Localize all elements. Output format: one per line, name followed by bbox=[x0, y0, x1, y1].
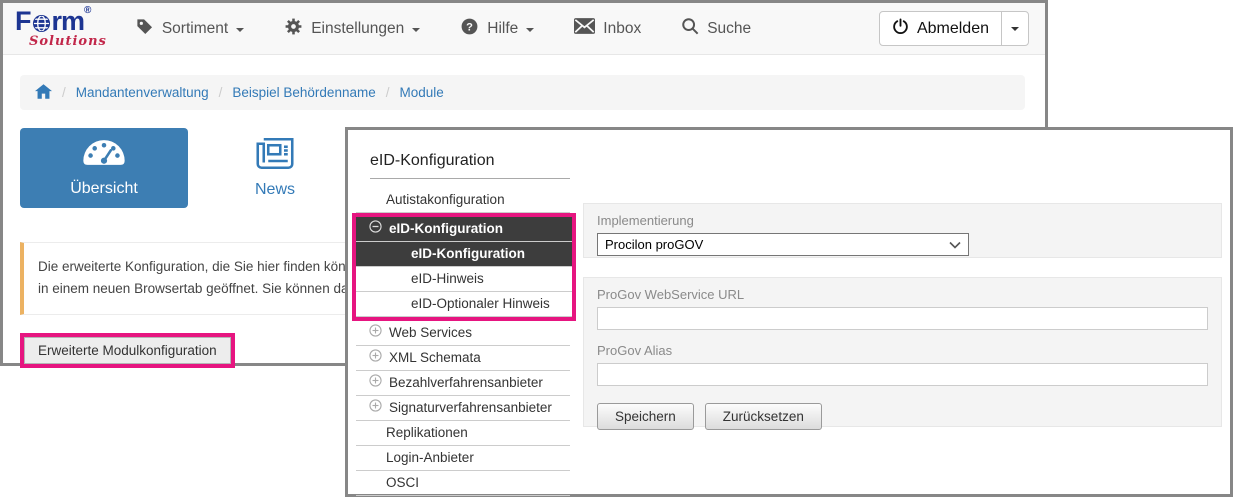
tree-item-label: Bezahlverfahrensanbieter bbox=[389, 371, 543, 395]
power-icon bbox=[892, 18, 909, 40]
dashboard-icon bbox=[81, 138, 127, 174]
tile-label: News bbox=[255, 181, 295, 199]
nav-label: Sortiment bbox=[162, 20, 228, 38]
implementierung-selected-value: Procilon proGOV bbox=[605, 237, 703, 252]
plus-circle-icon[interactable] bbox=[369, 346, 382, 370]
implementierung-label: Implementierung bbox=[597, 213, 1208, 228]
erweiterte-modulkonfiguration-button[interactable]: Erweiterte Modulkonfiguration bbox=[24, 337, 231, 364]
nav-label: Suche bbox=[707, 20, 751, 38]
tree-item-xml-schemata[interactable]: XML Schemata bbox=[356, 346, 570, 371]
gear-icon bbox=[284, 17, 303, 41]
eid-config-dialog: eID-Konfiguration Autistakonfiguration e… bbox=[345, 127, 1233, 497]
implementierung-panel: Implementierung Procilon proGOV bbox=[583, 203, 1222, 258]
tree-item-web-services[interactable]: Web Services bbox=[356, 321, 570, 346]
progov-webservice-url-label: ProGov WebService URL bbox=[597, 287, 1208, 302]
module-tree: Autistakonfiguration eID-Konfiguration e… bbox=[356, 188, 570, 496]
tile-news[interactable]: News bbox=[226, 128, 324, 208]
zuruecksetzen-button[interactable]: Zurücksetzen bbox=[705, 403, 822, 430]
progov-alias-label: ProGov Alias bbox=[597, 343, 1208, 358]
speichern-button[interactable]: Speichern bbox=[597, 403, 694, 430]
caret-down-icon bbox=[236, 28, 244, 32]
tile-uebersicht[interactable]: Übersicht bbox=[20, 128, 188, 208]
tree-item-bezahlverfahrensanbieter[interactable]: Bezahlverfahrensanbieter bbox=[356, 371, 570, 396]
breadcrumb-separator: / bbox=[386, 85, 390, 100]
logo-subtitle: Solutions bbox=[29, 34, 107, 49]
tree-item-eid-konfiguration-parent[interactable]: eID-Konfiguration bbox=[356, 217, 572, 242]
chevron-down-icon bbox=[949, 237, 961, 252]
tree-item-label: XML Schemata bbox=[389, 346, 481, 370]
eid-form: Implementierung Procilon proGOV ProGov W… bbox=[583, 203, 1222, 427]
nav-item-hilfe[interactable]: ? Hilfe bbox=[460, 17, 534, 41]
tree-item-replikationen[interactable]: Replikationen bbox=[356, 421, 570, 446]
tree-item-eid-konfiguration-child[interactable]: eID-Konfiguration bbox=[356, 242, 572, 267]
tree-item-autistakonfiguration[interactable]: Autistakonfiguration bbox=[356, 188, 570, 213]
breadcrumb-separator: / bbox=[219, 85, 223, 100]
nav-label: Inbox bbox=[603, 20, 641, 38]
breadcrumb-mandantenverwaltung[interactable]: Mandantenverwaltung bbox=[76, 85, 209, 100]
plus-circle-icon[interactable] bbox=[369, 396, 382, 420]
logout-label: Abmelden bbox=[917, 20, 989, 38]
tree-item-label: Signaturverfahrensanbieter bbox=[389, 396, 552, 420]
newspaper-icon bbox=[255, 137, 295, 175]
top-navbar: F rm bbox=[3, 3, 1045, 55]
logo[interactable]: F rm bbox=[15, 8, 107, 49]
question-circle-icon: ? bbox=[460, 17, 479, 41]
svg-text:?: ? bbox=[466, 21, 473, 33]
tree-item-login-anbieter[interactable]: Login-Anbieter bbox=[356, 446, 570, 471]
nav-label: Hilfe bbox=[487, 20, 518, 38]
caret-down-icon bbox=[1011, 27, 1019, 31]
nav-label: Einstellungen bbox=[311, 20, 404, 38]
progov-alias-input[interactable] bbox=[597, 363, 1208, 386]
breadcrumb-behoerdenname[interactable]: Beispiel Behördenname bbox=[232, 85, 375, 100]
tree-item-osci[interactable]: OSCI bbox=[356, 471, 570, 496]
logout-caret-button[interactable] bbox=[1001, 12, 1028, 45]
form-actions: Speichern Zurücksetzen bbox=[597, 403, 1208, 430]
search-icon bbox=[681, 17, 699, 40]
progov-webservice-url-input[interactable] bbox=[597, 307, 1208, 330]
tree-item-label: Replikationen bbox=[386, 421, 468, 445]
tree-item-signaturverfahrensanbieter[interactable]: Signaturverfahrensanbieter bbox=[356, 396, 570, 421]
caret-down-icon bbox=[412, 28, 420, 32]
implementierung-select[interactable]: Procilon proGOV bbox=[597, 233, 969, 256]
tree-item-label: eID-Konfiguration bbox=[389, 217, 503, 241]
tree-item-label: Login-Anbieter bbox=[386, 446, 474, 470]
plus-circle-icon[interactable] bbox=[369, 371, 382, 395]
envelope-icon bbox=[574, 18, 595, 39]
logo-text-f: F bbox=[15, 8, 31, 35]
nav-item-einstellungen[interactable]: Einstellungen bbox=[284, 17, 420, 41]
eid-tree-highlight: eID-Konfiguration eID-Konfiguration eID-… bbox=[352, 213, 576, 321]
tree-item-label: Web Services bbox=[389, 321, 472, 345]
dialog-title: eID-Konfiguration bbox=[370, 152, 570, 179]
tree-item-label: eID-Konfiguration bbox=[411, 242, 525, 266]
home-icon[interactable] bbox=[35, 84, 52, 102]
logo-text-rm: rm bbox=[52, 8, 85, 35]
nav-item-suche[interactable]: Suche bbox=[681, 17, 751, 40]
logout-button[interactable]: Abmelden bbox=[880, 12, 1001, 45]
breadcrumb-separator: / bbox=[62, 85, 66, 100]
tile-label: Übersicht bbox=[70, 180, 138, 198]
nav-item-sortiment[interactable]: Sortiment bbox=[135, 17, 244, 41]
tree-item-label: eID-Optionaler Hinweis bbox=[411, 292, 550, 316]
nav-menu: Sortiment Einstellungen ? Hilfe bbox=[135, 17, 751, 41]
tree-item-label: Autistakonfiguration bbox=[386, 188, 505, 212]
tree-item-eid-hinweis[interactable]: eID-Hinweis bbox=[356, 267, 572, 292]
breadcrumb-module[interactable]: Module bbox=[400, 85, 444, 100]
module-button-highlight: Erweiterte Modulkonfiguration bbox=[20, 333, 235, 368]
tree-item-label: eID-Hinweis bbox=[411, 267, 484, 291]
breadcrumb: / Mandantenverwaltung / Beispiel Behörde… bbox=[20, 75, 1025, 110]
tag-icon bbox=[135, 17, 154, 41]
nav-item-inbox[interactable]: Inbox bbox=[574, 18, 641, 39]
progov-panel: ProGov WebService URL ProGov Alias Speic… bbox=[583, 277, 1222, 427]
tree-item-label: OSCI bbox=[386, 471, 419, 495]
tree-item-eid-optionaler-hinweis[interactable]: eID-Optionaler Hinweis bbox=[356, 292, 572, 317]
screen: F rm bbox=[0, 0, 1237, 500]
logo-registered-mark: ® bbox=[84, 6, 90, 16]
caret-down-icon bbox=[526, 28, 534, 32]
plus-circle-icon[interactable] bbox=[369, 321, 382, 345]
minus-circle-icon[interactable] bbox=[369, 217, 382, 241]
logout-split-button: Abmelden bbox=[879, 11, 1029, 46]
